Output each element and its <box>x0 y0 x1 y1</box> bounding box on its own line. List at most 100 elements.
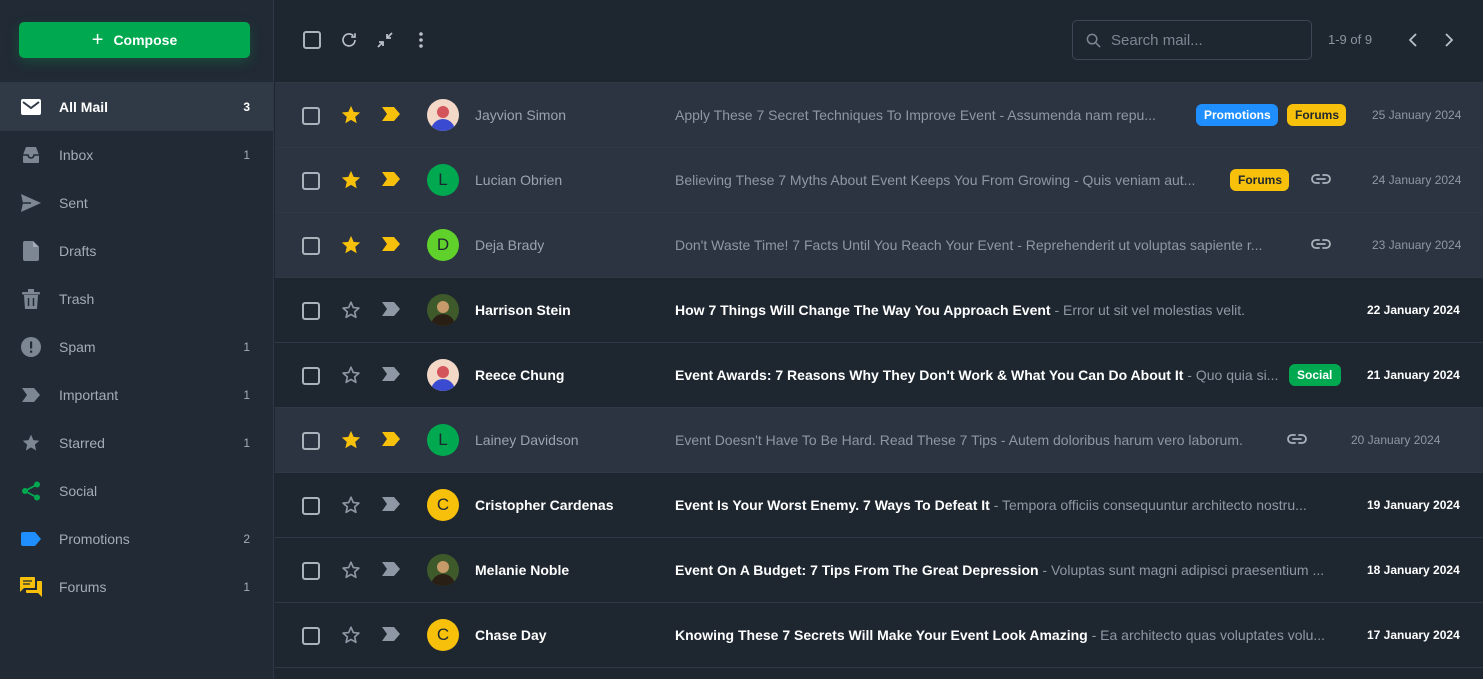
email-row[interactable]: Melanie Noble 18 January 2024 Event On A B… <box>275 538 1483 603</box>
refresh-icon[interactable] <box>339 30 359 50</box>
star-filled-icon[interactable] <box>340 104 362 126</box>
next-page-icon[interactable] <box>1439 30 1459 50</box>
sidebar-item-promotions[interactable]: Promotions 2 <box>0 515 273 563</box>
compose-label: Compose <box>113 32 178 48</box>
email-sender: Harrison Stein <box>475 302 571 318</box>
email-subject-line: Believing These 7 Myths About Event Keep… <box>675 172 1229 188</box>
collapse-icon[interactable] <box>375 30 395 50</box>
forum-icon <box>20 576 42 598</box>
important-marker-icon[interactable] <box>382 237 402 253</box>
important-marker-icon[interactable] <box>382 172 402 188</box>
email-subject: Event Doesn't Have To Be Hard. Read Thes… <box>675 432 997 448</box>
tag-promotions[interactable]: Promotions <box>1196 104 1278 126</box>
select-all-checkbox[interactable] <box>302 30 322 50</box>
email-checkbox[interactable] <box>302 497 320 515</box>
email-date: 18 January 2024 <box>1367 563 1460 577</box>
email-subject: How 7 Things Will Change The Way You App… <box>675 302 1051 318</box>
tag-forums[interactable]: Forums <box>1230 169 1289 191</box>
sidebar: + Compose All Mail 3 Inbox 1 Sent Drafts… <box>0 0 274 679</box>
email-row[interactable]: C Chase Day 17 January 2024 Knowing These 7… <box>275 603 1483 668</box>
avatar: C <box>427 489 459 521</box>
star-filled-icon[interactable] <box>340 429 362 451</box>
email-row[interactable]: L Lainey Davidson 20 January 2024 Event Doe… <box>275 408 1483 473</box>
email-subject-line: Event On A Budget: 7 Tips From The Great… <box>675 562 1345 578</box>
sidebar-item-sent[interactable]: Sent <box>0 179 273 227</box>
trash-icon <box>20 288 42 310</box>
pagination-info: 1-9 of 9 <box>1328 32 1373 47</box>
sidebar-item-inbox[interactable]: Inbox 1 <box>0 131 273 179</box>
search-box[interactable] <box>1072 20 1312 60</box>
star-outline-icon[interactable] <box>340 299 362 321</box>
email-subject-line: Event Is Your Worst Enemy. 7 Ways To Def… <box>675 497 1345 513</box>
sidebar-item-label: Sent <box>59 195 88 211</box>
avatar: D <box>427 229 459 261</box>
sidebar-item-label: Drafts <box>59 243 97 259</box>
avatar: L <box>427 424 459 456</box>
email-snippet: - Quo quia si... <box>1183 367 1279 383</box>
more-options-icon[interactable] <box>411 30 431 50</box>
compose-button[interactable]: + Compose <box>19 22 250 58</box>
star-outline-icon[interactable] <box>340 494 362 516</box>
email-subject: Event Is Your Worst Enemy. 7 Ways To Def… <box>675 497 990 513</box>
inbox-icon <box>20 144 42 166</box>
star-filled-icon[interactable] <box>340 169 362 191</box>
sidebar-item-count: 2 <box>243 532 250 546</box>
avatar <box>427 294 459 326</box>
tag-icon <box>20 528 42 550</box>
sidebar-item-label: Important <box>59 387 119 403</box>
email-checkbox[interactable] <box>302 627 320 645</box>
email-checkbox[interactable] <box>302 302 320 320</box>
email-sender: Deja Brady <box>475 237 545 253</box>
important-marker-icon[interactable] <box>382 432 402 448</box>
email-checkbox[interactable] <box>302 367 320 385</box>
sidebar-item-starred[interactable]: Starred 1 <box>0 419 273 467</box>
important-marker-icon[interactable] <box>382 107 402 123</box>
sidebar-item-label: Promotions <box>59 531 130 547</box>
email-checkbox[interactable] <box>302 107 320 125</box>
email-snippet: - Assumenda nam repu... <box>995 107 1156 123</box>
important-marker-icon[interactable] <box>382 367 402 383</box>
sidebar-item-spam[interactable]: Spam 1 <box>0 323 273 371</box>
email-subject: Event On A Budget: 7 Tips From The Great… <box>675 562 1039 578</box>
search-input[interactable] <box>1111 31 1301 49</box>
email-row[interactable]: L Lucian Obrien 24 January 2024 Forums Belie… <box>275 148 1483 213</box>
tag-forums[interactable]: Forums <box>1287 104 1346 126</box>
sidebar-item-drafts[interactable]: Drafts <box>0 227 273 275</box>
email-checkbox[interactable] <box>302 562 320 580</box>
important-marker-icon[interactable] <box>382 497 402 513</box>
email-row[interactable]: Harrison Stein 22 January 2024 How 7 Thing… <box>275 278 1483 343</box>
sidebar-item-count: 1 <box>243 436 250 450</box>
spam-icon <box>20 336 42 358</box>
sidebar-item-count: 1 <box>243 340 250 354</box>
star-filled-icon[interactable] <box>340 234 362 256</box>
sidebar-item-all-mail[interactable]: All Mail 3 <box>0 83 273 131</box>
sidebar-item-forums[interactable]: Forums 1 <box>0 563 273 611</box>
star-outline-icon[interactable] <box>340 624 362 646</box>
sidebar-item-count: 1 <box>243 388 250 402</box>
email-subject: Knowing These 7 Secrets Will Make Your E… <box>675 627 1088 643</box>
plus-icon: + <box>91 29 104 51</box>
tag-social[interactable]: Social <box>1289 364 1341 386</box>
email-subject-line: Event Doesn't Have To Be Hard. Read Thes… <box>675 432 1273 448</box>
sidebar-item-label: Spam <box>59 339 96 355</box>
email-subject-line: Don't Waste Time! 7 Facts Until You Reac… <box>675 237 1297 253</box>
email-checkbox[interactable] <box>302 237 320 255</box>
important-marker-icon[interactable] <box>382 627 402 643</box>
email-row[interactable]: Reece Chung 21 January 2024 Social Event Aw… <box>275 343 1483 408</box>
sidebar-item-important[interactable]: Important 1 <box>0 371 273 419</box>
important-marker-icon[interactable] <box>382 562 402 578</box>
email-checkbox[interactable] <box>302 172 320 190</box>
email-snippet: - Reprehenderit ut voluptas sapiente r..… <box>1013 237 1263 253</box>
sidebar-item-social[interactable]: Social <box>0 467 273 515</box>
star-outline-icon[interactable] <box>340 364 362 386</box>
email-row[interactable]: D Deja Brady 23 January 2024 Don't Waste Ti… <box>275 213 1483 278</box>
sidebar-item-trash[interactable]: Trash <box>0 275 273 323</box>
email-checkbox[interactable] <box>302 432 320 450</box>
avatar <box>427 99 459 131</box>
prev-page-icon[interactable] <box>1403 30 1423 50</box>
star-outline-icon[interactable] <box>340 559 362 581</box>
link-icon <box>1287 432 1307 448</box>
email-row[interactable]: Jayvion Simon 25 January 2024 Forums Promot… <box>275 83 1483 148</box>
important-marker-icon[interactable] <box>382 302 402 318</box>
email-row[interactable]: C Cristopher Cardenas 19 January 2024 Event… <box>275 473 1483 538</box>
